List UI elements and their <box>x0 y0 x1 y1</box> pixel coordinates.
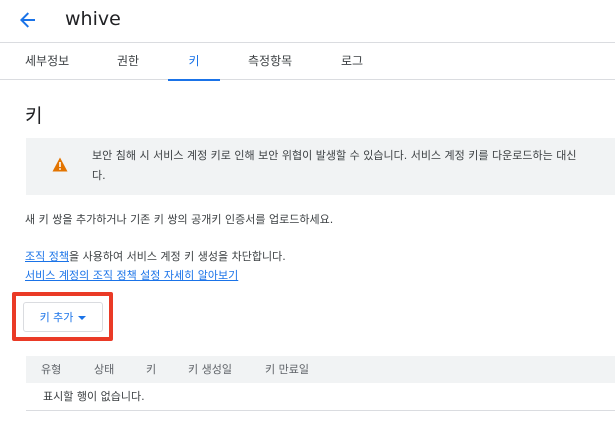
org-policy-text: 조직 정책을 사용하여 서비스 계정 키 생성을 차단합니다. <box>25 249 286 265</box>
add-key-button[interactable]: 키 추가 <box>23 302 103 332</box>
warning-banner: 보안 침해 시 서비스 계정 키로 인해 보안 위협이 발생할 수 있습니다. … <box>26 138 615 195</box>
tab-bar: 세부정보 권한 키 측정항목 로그 <box>0 42 615 81</box>
tab-logs[interactable]: 로그 <box>341 43 363 80</box>
warning-text: 보안 침해 시 서비스 계정 키로 인해 보안 위협이 발생할 수 있습니다. … <box>92 146 615 186</box>
column-created-date[interactable]: 키 생성일 <box>188 356 232 383</box>
column-key[interactable]: 키 <box>146 356 156 383</box>
org-policy-suffix: 을 사용하여 서비스 계정 키 생성을 차단합니다. <box>68 250 286 263</box>
section-title: 키 <box>25 105 43 127</box>
tab-metrics[interactable]: 측정항목 <box>248 43 292 80</box>
column-status[interactable]: 상태 <box>94 356 114 383</box>
add-key-label: 키 추가 <box>39 311 74 324</box>
back-arrow-icon[interactable] <box>14 6 42 34</box>
header: whive <box>0 0 615 41</box>
tab-permissions[interactable]: 권한 <box>117 43 139 80</box>
keys-table-header: 유형 상태 키 키 생성일 키 만료일 <box>26 356 615 383</box>
warning-icon <box>52 157 68 172</box>
org-policy-link[interactable]: 조직 정책 <box>25 250 69 263</box>
column-type[interactable]: 유형 <box>41 356 61 383</box>
column-expiry-date[interactable]: 키 만료일 <box>265 356 309 383</box>
tab-keys[interactable]: 키 <box>168 43 220 81</box>
service-account-keys-page: whive 세부정보 권한 키 측정항목 로그 키 보안 침해 시 서비스 계정… <box>0 0 615 440</box>
tab-details[interactable]: 세부정보 <box>25 43 69 80</box>
table-empty-row: 표시할 행이 없습니다. <box>26 383 615 411</box>
page-title: whive <box>65 8 121 30</box>
learn-more-link[interactable]: 서비스 계정의 조직 정책 설정 자세히 알아보기 <box>25 268 238 284</box>
warning-text-line-1: 보안 침해 시 서비스 계정 키로 인해 보안 위협이 발생할 수 있습니다. … <box>92 149 577 162</box>
chevron-down-icon <box>78 315 87 320</box>
active-tab-indicator <box>168 79 220 81</box>
tab-keys-label: 키 <box>188 54 200 68</box>
instruction-text: 새 키 쌍을 추가하거나 기존 키 쌍의 공개키 인증서를 업로드하세요. <box>25 213 334 226</box>
empty-table-message: 표시할 행이 없습니다. <box>43 390 145 403</box>
warning-text-line-2: 다. <box>92 169 106 182</box>
